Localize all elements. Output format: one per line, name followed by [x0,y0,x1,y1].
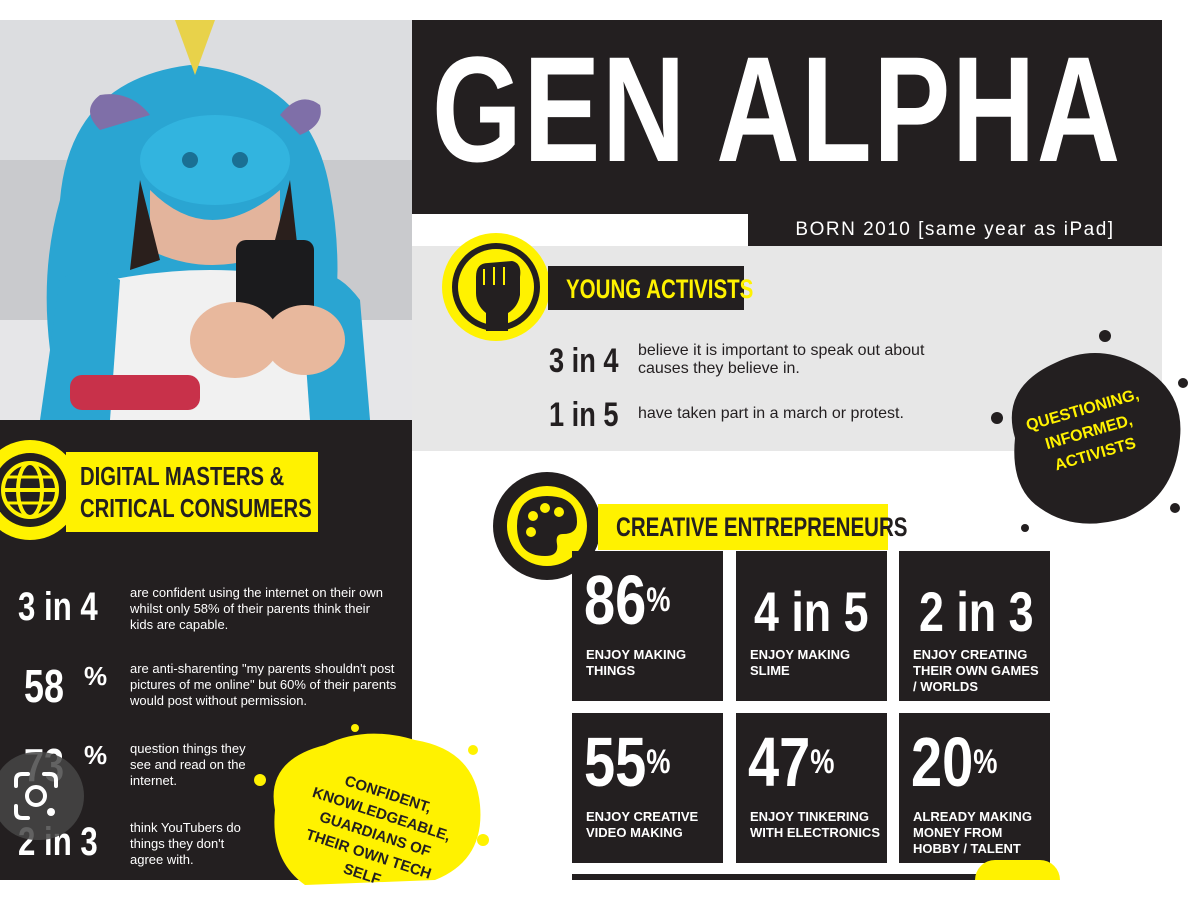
stat-description: are confident using the internet on thei… [130,585,383,632]
fist-icon-badge [442,233,550,341]
hero-photo [0,20,412,420]
tile-percent: % [646,743,671,781]
tile-description: ENJOY CREATIVE VIDEO MAKING [586,809,699,840]
page-title: GEN ALPHA [432,25,1122,193]
tile-description: ENJOY MAKING THINGS [586,647,687,678]
stat-value-group: 58% [24,659,107,713]
tile-value: 86 [584,561,647,639]
tile-percent: % [646,581,671,619]
stat-tile: 55% ENJOY CREATIVE VIDEO MAKING [572,713,723,863]
tile-description: ENJOY MAKING SLIME [750,647,851,678]
tile-value: 55 [584,723,647,801]
stat-tile: 2 in 3 ENJOY CREATING THEIR OWN GAMES / … [899,551,1050,701]
yellow-splat-corner [975,860,1060,880]
tile-value: 47 [748,723,811,801]
tile-description: ENJOY TINKERING WITH ELECTRONICS [750,809,880,840]
tile-value: 4 in 5 [754,580,869,643]
tile-percent: % [973,743,998,781]
raised-fist-icon [452,243,540,331]
creative-label: CREATIVE ENTREPRENEURS [616,512,908,542]
visual-search-lens-icon [14,772,58,820]
creative-label-box: CREATIVE ENTREPRENEURS [598,504,908,550]
tile-value-group: 20% [911,727,997,797]
young-activists-label-box: YOUNG ACTIVISTS [548,266,753,310]
tile-percent: % [810,743,835,781]
stat-tile: 20% ALREADY MAKING MONEY FROM HOBBY / TA… [899,713,1050,863]
tile-value-group: 2 in 3 [919,577,1034,647]
stat-value: 3 in 4 [549,342,619,380]
tile-value-group: 47% [748,727,834,797]
tile-value: 20 [911,723,974,801]
tile-description: ENJOY CREATING THEIR OWN GAMES / WORLDS [913,647,1039,694]
stat-percent: % [84,740,108,770]
stat-percent: % [84,661,108,691]
stat-description: have taken part in a march or protest. [638,405,904,422]
child-in-unicorn-costume-illustration [0,20,412,420]
stat-description: believe it is important to speak out abo… [638,342,925,377]
stat-tile: 47% ENJOY TINKERING WITH ELECTRONICS [736,713,887,863]
young-activists-label: YOUNG ACTIVISTS [566,274,754,304]
tile-value-group: 4 in 5 [754,577,869,647]
stat-tile: 86% ENJOY MAKING THINGS [572,551,723,701]
confident-splat: CONFIDENT, KNOWLEDGEABLE, GUARDIANS OF T… [245,720,490,890]
visual-search-button[interactable] [0,752,84,840]
stat-value: 3 in 4 [18,585,98,629]
stat-description: question things they see and read on the… [130,741,246,788]
digital-masters-label-box: DIGITAL MASTERS & CRITICAL CONSUMERS [66,452,318,532]
born-subtitle: BORN 2010 [same year as iPad] [748,214,1162,246]
stat-description: are anti-sharenting "my parents shouldn'… [130,661,397,708]
tile-value: 2 in 3 [919,580,1034,643]
stat-value: 1 in 5 [549,396,619,434]
tile-description: ALREADY MAKING MONEY FROM HOBBY / TALENT [913,809,1032,856]
stat-description: think YouTubers do things they don't agr… [130,820,241,867]
tile-value-group: 55% [584,727,670,797]
questioning-splat: QUESTIONING, INFORMED, ACTIVISTS [985,328,1193,543]
digital-masters-label-line1: DIGITAL MASTERS & [80,461,285,491]
stat-tile: 4 in 5 ENJOY MAKING SLIME [736,551,887,701]
stat-value: 58 [24,660,64,712]
digital-masters-label-line2: CRITICAL CONSUMERS [80,493,312,523]
tile-value-group: 86% [584,565,670,635]
